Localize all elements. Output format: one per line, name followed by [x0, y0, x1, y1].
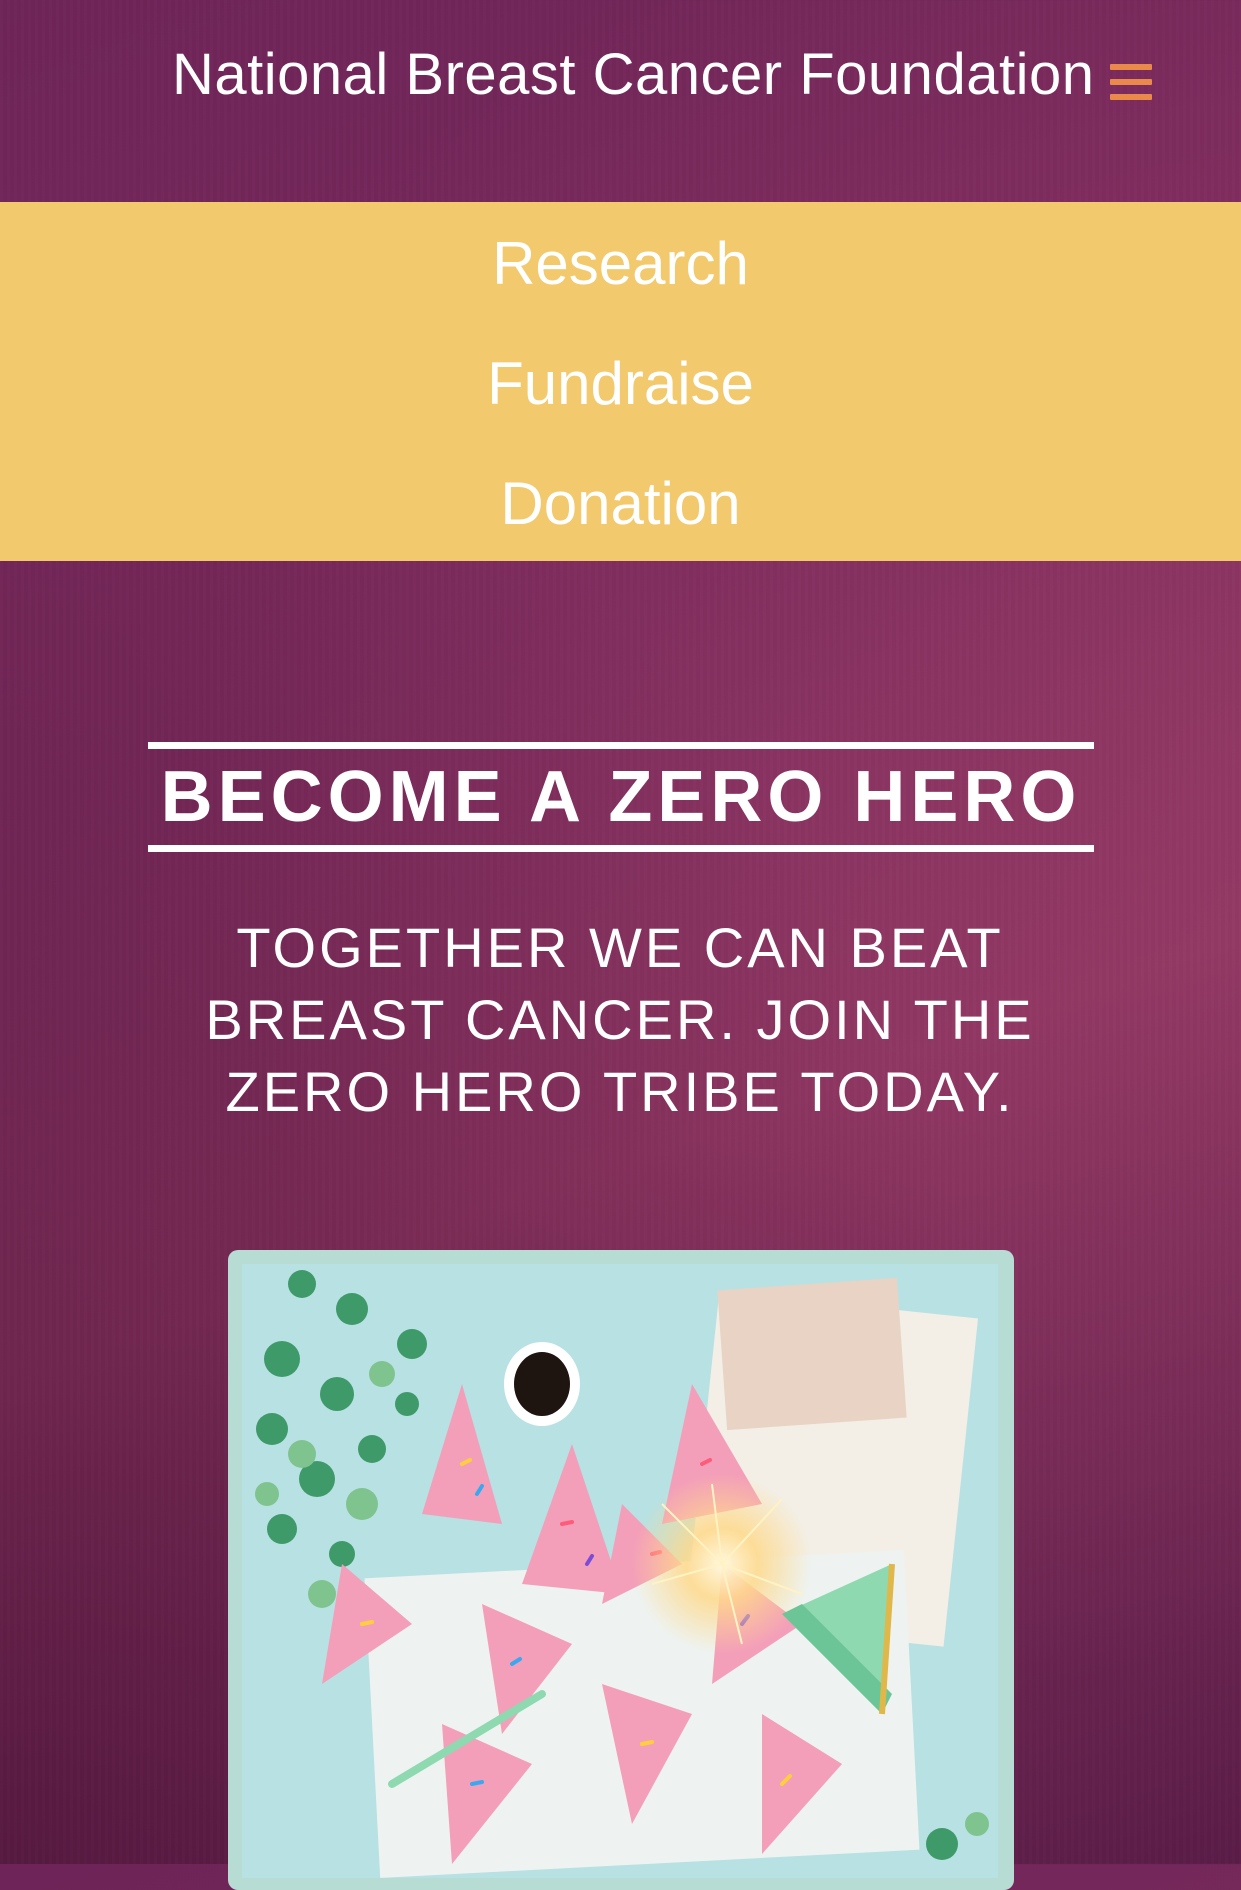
- nav-item-research[interactable]: Research: [0, 214, 1241, 314]
- hero-title-block: BECOME A ZERO HERO: [148, 742, 1094, 852]
- nav-item-fundraise[interactable]: Fundraise: [0, 334, 1241, 434]
- menu-icon-bar: [1110, 64, 1152, 70]
- hero-subtitle: TOGETHER WE CAN BEAT BREAST CANCER. JOIN…: [205, 916, 1035, 1123]
- nav-item-donation[interactable]: Donation: [0, 454, 1241, 554]
- hero-title: BECOME A ZERO HERO: [160, 757, 1082, 837]
- hero-photo-frame: [228, 1250, 1014, 1890]
- menu-icon-bar: [1110, 79, 1152, 85]
- site-header: National Breast Cancer Foundation: [0, 0, 1241, 202]
- nav-menu: Research Fundraise Donation: [0, 202, 1241, 561]
- menu-icon-bar: [1110, 94, 1152, 100]
- party-photo: [242, 1264, 998, 1878]
- hamburger-menu-icon[interactable]: [1108, 60, 1154, 104]
- site-title[interactable]: National Breast Cancer Foundation: [172, 40, 1094, 110]
